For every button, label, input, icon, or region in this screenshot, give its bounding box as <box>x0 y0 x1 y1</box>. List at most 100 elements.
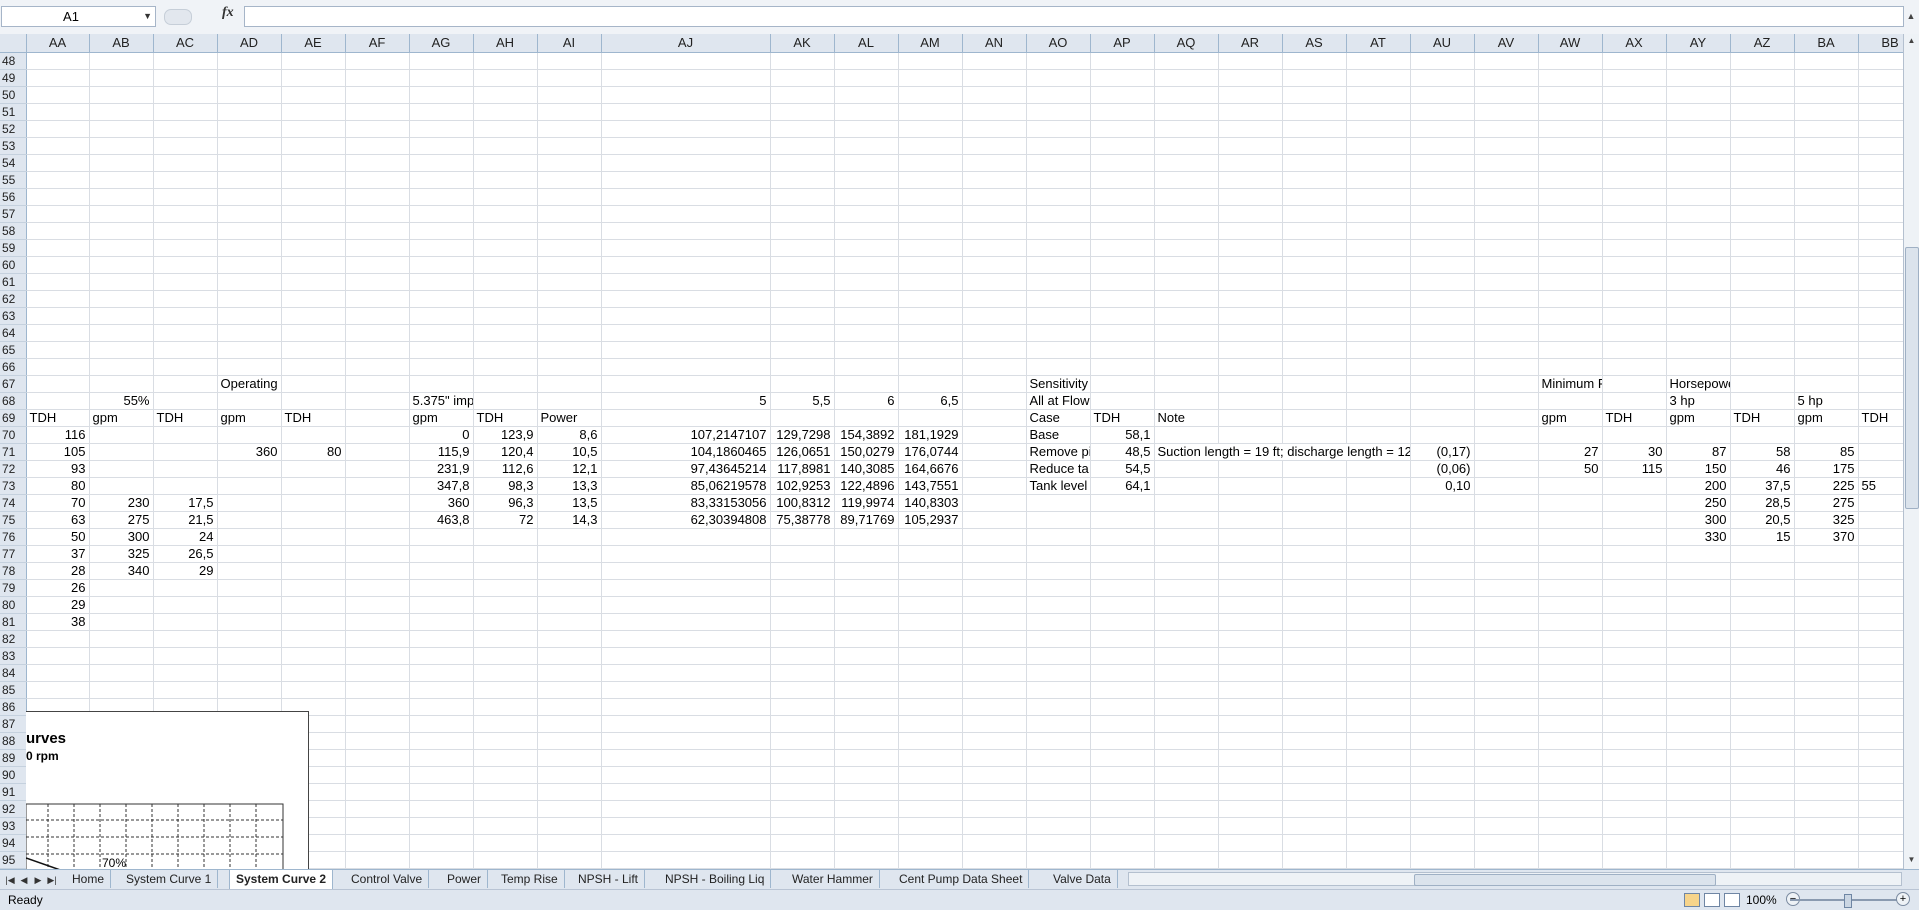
cell-aa70[interactable]: 116 <box>26 426 90 444</box>
horizontal-scrollbar[interactable] <box>1128 872 1902 886</box>
cell[interactable] <box>1410 494 1475 512</box>
cell[interactable] <box>26 630 90 648</box>
cell[interactable] <box>26 358 90 376</box>
cell[interactable] <box>1538 681 1603 699</box>
cell[interactable] <box>601 715 771 733</box>
cell[interactable] <box>1794 358 1859 376</box>
cell[interactable] <box>1346 358 1411 376</box>
cell[interactable] <box>1154 273 1219 291</box>
cell-ba69[interactable]: gpm <box>1794 409 1859 427</box>
row-header[interactable]: 56 <box>0 188 27 206</box>
cell[interactable] <box>1666 171 1731 189</box>
formula-input[interactable] <box>244 6 1904 27</box>
cell[interactable] <box>409 273 474 291</box>
cell-ab77[interactable]: 325 <box>89 545 154 563</box>
cell[interactable] <box>409 749 474 767</box>
cell[interactable] <box>1410 664 1475 682</box>
cell[interactable] <box>1090 69 1155 87</box>
cell-ab76[interactable]: 300 <box>89 528 154 546</box>
cell[interactable] <box>537 154 602 172</box>
cell[interactable] <box>281 273 346 291</box>
cell[interactable] <box>1282 851 1347 869</box>
cell[interactable] <box>1282 834 1347 852</box>
cell[interactable] <box>962 358 1027 376</box>
cell[interactable] <box>281 69 346 87</box>
cell[interactable] <box>345 766 410 784</box>
cell[interactable] <box>1090 52 1155 70</box>
cell[interactable] <box>1794 188 1859 206</box>
cell[interactable] <box>1218 120 1283 138</box>
cell[interactable] <box>345 273 410 291</box>
cell[interactable] <box>1794 749 1859 767</box>
cell[interactable] <box>1538 392 1603 410</box>
cell[interactable] <box>1538 137 1603 155</box>
cell[interactable] <box>1410 239 1475 257</box>
cell[interactable] <box>1026 800 1091 818</box>
cell[interactable] <box>1410 783 1475 801</box>
column-header-ba[interactable]: BA <box>1794 34 1859 53</box>
cell[interactable] <box>537 120 602 138</box>
cell[interactable] <box>1282 613 1347 631</box>
cell[interactable] <box>1538 596 1603 614</box>
cell[interactable] <box>898 698 963 716</box>
cell[interactable] <box>345 511 410 529</box>
cell[interactable] <box>1346 630 1411 648</box>
cell[interactable] <box>1538 154 1603 172</box>
cell-aj70[interactable]: 107,2147107 <box>601 426 771 444</box>
cell[interactable] <box>834 239 899 257</box>
cell[interactable] <box>217 273 282 291</box>
row-header[interactable]: 94 <box>0 834 27 852</box>
cell[interactable] <box>281 239 346 257</box>
cell[interactable] <box>1730 545 1795 563</box>
cell[interactable] <box>1026 630 1091 648</box>
cell[interactable] <box>1794 222 1859 240</box>
cell[interactable] <box>1346 664 1411 682</box>
cell[interactable] <box>770 307 835 325</box>
cell-az71[interactable]: 58 <box>1730 443 1795 461</box>
cell[interactable] <box>601 358 771 376</box>
row-header[interactable]: 93 <box>0 817 27 835</box>
cell[interactable] <box>1602 494 1667 512</box>
cell[interactable] <box>537 596 602 614</box>
cell[interactable] <box>345 681 410 699</box>
cell[interactable] <box>345 494 410 512</box>
cell[interactable] <box>1154 528 1219 546</box>
cell[interactable] <box>345 460 410 478</box>
cell[interactable] <box>962 630 1027 648</box>
cell[interactable] <box>1794 681 1859 699</box>
cell[interactable] <box>770 562 835 580</box>
row-header[interactable]: 48 <box>0 52 27 70</box>
cell[interactable] <box>1602 817 1667 835</box>
cell[interactable] <box>89 222 154 240</box>
cell[interactable] <box>962 511 1027 529</box>
cell[interactable] <box>1282 154 1347 172</box>
cell[interactable] <box>1282 698 1347 716</box>
cell[interactable] <box>281 256 346 274</box>
cell[interactable] <box>217 154 282 172</box>
cell[interactable] <box>89 188 154 206</box>
cell[interactable] <box>1410 222 1475 240</box>
row-header[interactable]: 57 <box>0 205 27 223</box>
cell[interactable] <box>1282 766 1347 784</box>
cell[interactable] <box>1410 715 1475 733</box>
cell[interactable] <box>1346 800 1411 818</box>
cell[interactable] <box>1858 579 1903 597</box>
cell[interactable] <box>1346 188 1411 206</box>
cell[interactable] <box>1474 596 1539 614</box>
cell[interactable] <box>26 290 90 308</box>
cell[interactable] <box>1410 647 1475 665</box>
cell[interactable] <box>1474 477 1539 495</box>
cell[interactable] <box>1154 256 1219 274</box>
cell[interactable] <box>1090 562 1155 580</box>
cell[interactable] <box>1154 766 1219 784</box>
cell[interactable] <box>1858 222 1903 240</box>
cell[interactable] <box>601 664 771 682</box>
cell[interactable] <box>1538 800 1603 818</box>
cell-ay75[interactable]: 300 <box>1666 511 1731 529</box>
cell[interactable] <box>473 273 538 291</box>
cell[interactable] <box>1410 545 1475 563</box>
column-header-aa[interactable]: AA <box>26 34 90 53</box>
cell[interactable] <box>281 222 346 240</box>
cell[interactable] <box>1346 749 1411 767</box>
cell[interactable] <box>153 120 218 138</box>
